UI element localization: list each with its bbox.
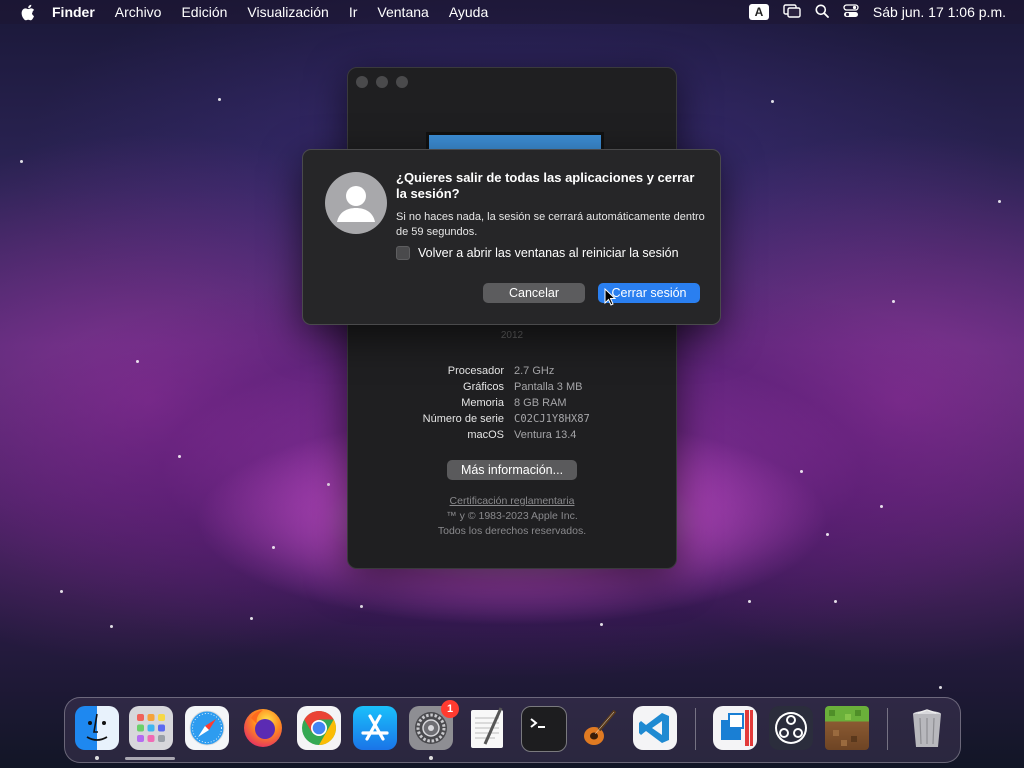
input-source-icon[interactable]: A: [748, 4, 769, 20]
menu-edicion[interactable]: Edición: [171, 0, 237, 24]
dock-obs[interactable]: [769, 706, 813, 750]
launchpad-icon: [129, 706, 173, 750]
dock-scroll-indicator: [125, 757, 175, 760]
dock-system-settings[interactable]: 1: [409, 700, 459, 750]
cancel-button[interactable]: Cancelar: [483, 283, 585, 303]
system-settings-running-indicator: [429, 756, 433, 760]
spotlight-search-icon[interactable]: [815, 4, 829, 21]
spec-label: Gráficos: [463, 381, 504, 393]
spec-row: Gráficos Pantalla 3 MB: [348, 379, 676, 395]
spec-label: Número de serie: [422, 413, 504, 425]
spec-label: Procesador: [447, 365, 504, 377]
spec-label: macOS: [467, 429, 504, 441]
dock-terminal[interactable]: [521, 706, 567, 752]
dock-firefox[interactable]: [241, 706, 285, 750]
spec-value: 8 GB RAM: [514, 397, 567, 409]
control-center-icon[interactable]: [843, 3, 859, 21]
legal-text: Certificación reglamentaria ™ y © 1983-2…: [348, 494, 676, 539]
dock-parallels[interactable]: [713, 706, 757, 750]
vscode-icon: [633, 706, 677, 750]
menu-ayuda[interactable]: Ayuda: [439, 0, 498, 24]
garageband-icon: [577, 706, 621, 750]
zoom-button[interactable]: [396, 76, 408, 88]
firefox-icon: [241, 706, 285, 750]
spec-row: Número de serie C02CJ1Y8HX87: [348, 411, 676, 427]
model-year: 2012: [500, 330, 524, 341]
chrome-icon: [297, 706, 341, 750]
spec-value: 2.7 GHz: [514, 365, 555, 377]
dock-launchpad[interactable]: [129, 706, 173, 750]
reopen-windows-label: Volver a abrir las ventanas al reiniciar…: [418, 246, 679, 260]
menu-ventana[interactable]: Ventana: [367, 0, 438, 24]
dock-garageband[interactable]: [577, 706, 621, 750]
spec-value: C02CJ1Y8HX87: [514, 413, 590, 425]
dock-chrome[interactable]: [297, 706, 341, 750]
apple-menu-icon[interactable]: [18, 3, 36, 21]
safari-icon: [185, 706, 229, 750]
user-avatar-icon: [325, 172, 387, 234]
finder-icon: [75, 706, 119, 750]
dock-trash[interactable]: [905, 706, 949, 750]
notification-badge: 1: [441, 700, 459, 718]
dock-app-store[interactable]: [353, 706, 397, 750]
dialog-message: Si no haces nada, la sesión se cerrará a…: [396, 211, 705, 238]
spec-label: Memoria: [461, 397, 504, 409]
minimize-button[interactable]: [376, 76, 388, 88]
screen-mirroring-icon[interactable]: [783, 3, 801, 21]
copyright-text: ™ y © 1983-2023 Apple Inc.: [446, 510, 578, 522]
spec-row: macOS Ventura 13.4: [348, 427, 676, 443]
trash-icon: [905, 706, 949, 750]
menu-archivo[interactable]: Archivo: [105, 0, 172, 24]
reopen-windows-option[interactable]: Volver a abrir las ventanas al reiniciar…: [396, 246, 679, 260]
spec-row: Memoria 8 GB RAM: [348, 395, 676, 411]
dock-vscode[interactable]: [633, 706, 677, 750]
logout-dialog: ¿Quieres salir de todas las aplicaciones…: [302, 149, 721, 325]
textedit-icon: [465, 706, 509, 750]
spec-value: Ventura 13.4: [514, 429, 577, 441]
dock: 1: [64, 697, 961, 763]
dialog-title: ¿Quieres salir de todas las aplicaciones…: [396, 170, 695, 201]
dock-textedit[interactable]: [465, 706, 509, 750]
dock-finder[interactable]: [75, 706, 119, 750]
menu-visualizacion[interactable]: Visualización: [237, 0, 338, 24]
finder-running-indicator: [95, 756, 99, 760]
menu-app-name[interactable]: Finder: [50, 0, 105, 24]
reopen-windows-checkbox[interactable]: [396, 246, 410, 260]
obs-icon: [769, 706, 813, 750]
menu-clock[interactable]: Sáb jun. 17 1:06 p.m.: [873, 4, 1006, 20]
rights-text: Todos los derechos reservados.: [437, 525, 587, 537]
window-controls: [356, 76, 408, 88]
parallels-icon: [713, 706, 757, 750]
dock-separator: [887, 708, 888, 750]
more-info-button[interactable]: Más información...: [447, 460, 577, 480]
menu-ir[interactable]: Ir: [339, 0, 368, 24]
dock-minecraft[interactable]: [825, 706, 869, 750]
dock-safari[interactable]: [185, 706, 229, 750]
spec-row: Procesador 2.7 GHz: [348, 363, 676, 379]
regulatory-link[interactable]: Certificación reglamentaria: [348, 494, 676, 509]
minecraft-icon: [825, 706, 869, 750]
menu-bar: Finder Archivo Edición Visualización Ir …: [0, 0, 1024, 24]
spec-value: Pantalla 3 MB: [514, 381, 583, 393]
specs-list: Procesador 2.7 GHz Gráficos Pantalla 3 M…: [348, 363, 676, 443]
app-store-icon: [353, 706, 397, 750]
terminal-icon: [522, 707, 566, 751]
mouse-cursor-icon: [604, 287, 617, 311]
close-button[interactable]: [356, 76, 368, 88]
dock-separator: [695, 708, 696, 750]
